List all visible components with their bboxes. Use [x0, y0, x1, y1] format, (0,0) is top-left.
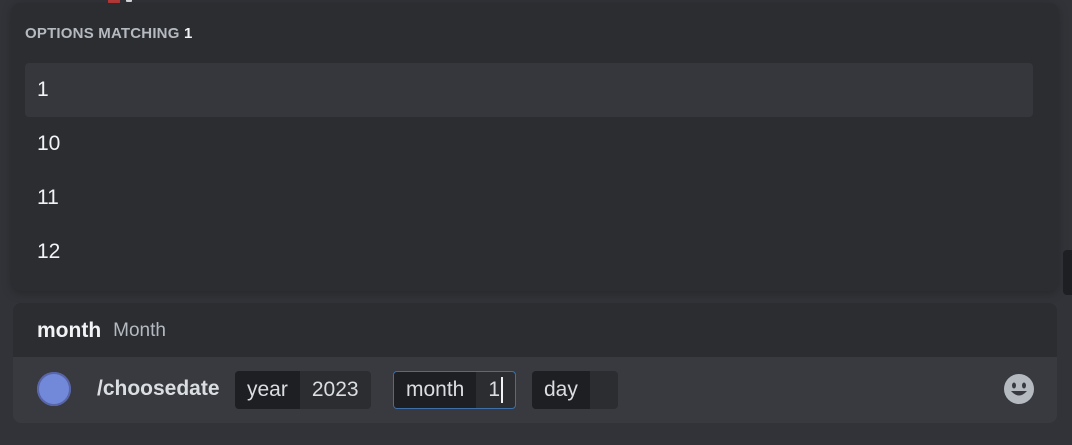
- option-pill-value[interactable]: 1: [476, 372, 515, 408]
- option-pill-value[interactable]: [590, 371, 614, 409]
- smiley-face-icon[interactable]: [1003, 373, 1035, 405]
- autocomplete-option[interactable]: 12: [25, 225, 1033, 279]
- scrollbar-thumb[interactable]: [1063, 250, 1072, 295]
- option-hint-name: month: [37, 319, 102, 342]
- bot-avatar: [37, 372, 71, 406]
- autocomplete-header-label: OPTIONS MATCHING: [25, 25, 180, 42]
- option-hint-bar: month Month: [13, 303, 1057, 359]
- chat-input-box[interactable]: /choosedate year 2023 month 1 day: [13, 357, 1057, 423]
- autocomplete-option[interactable]: 1: [25, 63, 1033, 117]
- text-caret: [501, 377, 504, 403]
- autocomplete-options-list: 1 10 11 12: [25, 63, 1033, 279]
- option-pill-label: month: [394, 372, 477, 408]
- option-pill-label: year: [235, 371, 300, 409]
- option-pill-label: day: [532, 371, 590, 409]
- option-pill-day[interactable]: day: [532, 371, 618, 409]
- command-name: /choosedate: [97, 377, 220, 400]
- autocomplete-option[interactable]: 10: [25, 117, 1033, 171]
- option-pill-month[interactable]: month 1: [393, 371, 517, 409]
- chat-view: OPTIONS MATCHING 1 1 10 11 12 month Mont…: [0, 0, 1072, 445]
- autocomplete-popup: OPTIONS MATCHING 1 1 10 11 12: [12, 3, 1058, 291]
- option-hint-description: Month: [113, 320, 166, 341]
- autocomplete-query: 1: [183, 25, 193, 42]
- option-pill-year[interactable]: year 2023: [235, 371, 371, 409]
- autocomplete-header: OPTIONS MATCHING 1: [25, 25, 193, 42]
- option-pill-value[interactable]: 2023: [300, 371, 371, 409]
- autocomplete-option[interactable]: 11: [25, 171, 1033, 225]
- option-pill-value-text: 1: [488, 378, 501, 401]
